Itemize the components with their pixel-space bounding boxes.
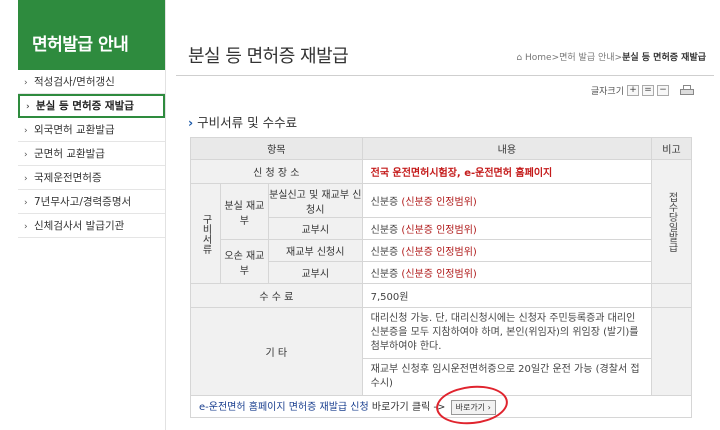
- section-title: › 구비서류 및 수수료: [188, 115, 298, 130]
- id-requirement: 신분증 (신분증 인정범위): [361, 239, 653, 262]
- place-value: 전국 운전면허시험장, e-운전면허 홈페이지: [361, 159, 653, 184]
- delivery-label: 교부시: [267, 261, 363, 284]
- sidebar-item-label: 7년무사고/경력증명서: [34, 196, 132, 208]
- shortcut-button[interactable]: 바로가기 ›: [450, 400, 496, 415]
- etc-note: [651, 307, 692, 396]
- online-application-row: e-운전면허 홈페이지 면허증 재발급 신청 바로가기 클릭 -> 바로가기 ›: [190, 395, 692, 418]
- shortcut-instruction: 바로가기 클릭 ->: [368, 402, 449, 413]
- breadcrumb-separator: >: [551, 53, 560, 63]
- breadcrumb-parent[interactable]: 면허 발급 안내: [559, 53, 614, 63]
- id-requirement: 신분증 (신분증 인정범위): [361, 217, 653, 240]
- breadcrumb-home[interactable]: Home: [525, 53, 552, 63]
- sidebar-item-foreign-license[interactable]: › 외국면허 교환발급: [18, 118, 165, 142]
- chevron-right-icon: ›: [24, 198, 28, 208]
- page-title: 분실 등 면허증 재발급: [188, 46, 349, 67]
- fee-label: 수 수 료: [190, 283, 363, 308]
- chevron-right-icon: ›: [24, 78, 28, 88]
- lost-reissue-label: 분실 재교부: [219, 183, 269, 240]
- home-icon: ⌂: [516, 53, 523, 63]
- sidebar-item-label: 분실 등 면허증 재발급: [36, 100, 134, 112]
- print-icon[interactable]: [680, 84, 694, 97]
- font-increase-button[interactable]: +: [627, 85, 639, 96]
- etc-label: 기 타: [190, 307, 363, 396]
- etc-text-proxy: 대리신청 가능. 단, 대리신청시에는 신청자 주민등록증과 대리인 신분증을 …: [361, 307, 653, 359]
- sidebar: 면허발급 안내 › 적성검사/면허갱신 › 분실 등 면허증 재발급 › 외국면허 교…: [18, 0, 166, 430]
- delivery-label: 교부시: [267, 217, 363, 240]
- damaged-reissue-label: 오손 재교부: [219, 239, 269, 284]
- etc-text-temporary: 재교부 신청후 임시운전면허증으로 20일간 운전 가능 (경찰서 접수시): [361, 358, 653, 396]
- font-reset-button[interactable]: =: [642, 85, 654, 96]
- chevron-right-icon: ›: [24, 222, 28, 232]
- chevron-right-icon: ›: [188, 115, 194, 130]
- sidebar-item-label: 군면허 교환발급: [34, 148, 105, 160]
- damaged-application-label: 재교부 신청시: [267, 239, 363, 262]
- sidebar-item-aptitude-renewal[interactable]: › 적성검사/면허갱신: [18, 70, 165, 94]
- id-requirement: 신분증 (신분증 인정범위): [361, 183, 653, 218]
- header-divider: [176, 75, 714, 76]
- sidebar-title: 면허발급 안내: [18, 0, 165, 70]
- font-decrease-button[interactable]: −: [657, 85, 669, 96]
- sidebar-item-label: 국제운전면허증: [34, 172, 102, 184]
- sidebar-item-label: 적성검사/면허갱신: [34, 76, 115, 88]
- place-label: 신 청 장 소: [190, 159, 363, 184]
- breadcrumb-current: 분실 등 면허증 재발급: [622, 53, 706, 63]
- fee-note: [651, 283, 692, 308]
- breadcrumb-separator: >: [614, 53, 623, 63]
- sidebar-item-medical-institutions[interactable]: › 신체검사서 발급기관: [18, 214, 165, 238]
- note-vertical: 접수당일발급: [651, 159, 692, 284]
- sidebar-item-label: 신체검사서 발급기관: [34, 220, 125, 232]
- header-item: 항목: [190, 137, 363, 160]
- font-size-label: 글자크기: [590, 87, 624, 97]
- documents-group-label: 구비서류: [190, 183, 221, 284]
- font-size-controls: 글자크기 + = −: [591, 84, 694, 97]
- online-application-text: e-운전면허 홈페이지 면허증 재발급 신청: [199, 402, 369, 413]
- sidebar-item-reissue[interactable]: › 분실 등 면허증 재발급: [18, 94, 165, 118]
- sidebar-menu: › 적성검사/면허갱신 › 분실 등 면허증 재발급 › 외국면허 교환발급 › 군면허…: [18, 70, 165, 238]
- id-requirement: 신분증 (신분증 인정범위): [361, 261, 653, 284]
- requirements-table: 항목 내용 비고 신 청 장 소 전국 운전면허시험장, e-운전면허 홈페이지…: [190, 137, 692, 418]
- fee-value: 7,500원: [361, 283, 653, 308]
- sidebar-item-international-license[interactable]: › 국제운전면허증: [18, 166, 165, 190]
- sidebar-item-label: 외국면허 교환발급: [34, 124, 115, 136]
- sidebar-item-military-license[interactable]: › 군면허 교환발급: [18, 142, 165, 166]
- chevron-right-icon: ›: [24, 150, 28, 160]
- sidebar-item-career-certificate[interactable]: › 7년무사고/경력증명서: [18, 190, 165, 214]
- chevron-right-icon: ›: [24, 174, 28, 184]
- lost-application-label: 분실신고 및 재교부 신청시: [267, 183, 363, 218]
- chevron-right-icon: ›: [24, 126, 28, 136]
- chevron-right-icon: ›: [26, 102, 30, 112]
- header-content: 내용: [361, 137, 653, 160]
- header-note: 비고: [651, 137, 692, 160]
- breadcrumb: ⌂ Home>면허 발급 안내>분실 등 면허증 재발급: [516, 50, 706, 63]
